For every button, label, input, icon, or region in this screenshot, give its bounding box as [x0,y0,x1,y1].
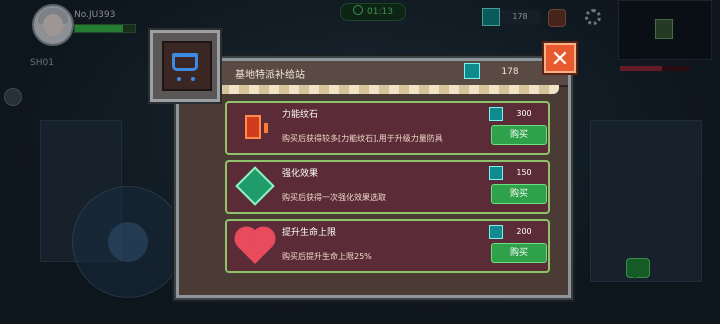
item-description: 购买后获得一次强化效果选取 [282,193,386,202]
shop-item: 提升生命上限 购买后提升生命上限25% 200 购买 [225,219,550,273]
item-description: 购买后提升生命上限25% [282,252,372,261]
item-name: 力能纹石 [282,110,319,120]
item-price: 200 [516,227,532,236]
shop-title: 基地特派补给站 [235,70,305,81]
shop-awning [189,85,559,94]
shop-item: 强化效果 购买后获得一次强化效果选取 150 购买 [225,160,550,214]
gem-icon [489,225,503,239]
shop-badge-inner [162,41,212,91]
shop-gem-balance: 178 [501,67,519,77]
close-button[interactable]: ✕ [544,43,576,73]
shop-item: 力能纹石 购买后获得较多[力能纹石],用于升级力量防具 300 购买 [225,101,550,155]
heart-icon [237,229,273,264]
buy-button[interactable]: 购买 [491,243,547,263]
item-description: 购买后获得较多[力能纹石],用于升级力量防具 [282,134,443,143]
buy-button[interactable]: 购买 [491,184,547,204]
gem-icon [489,107,503,121]
shop-panel: 基地特派补给站 178 力能纹石 购买后获得较多[力能纹石],用于升级力量防具 … [176,58,571,298]
shopping-cart-icon [172,53,198,81]
item-name: 提升生命上限 [282,228,337,238]
enhance-gem-icon [235,166,275,206]
item-price: 150 [516,168,532,177]
buy-button[interactable]: 购买 [491,125,547,145]
power-stone-icon [237,111,273,145]
shop-badge [150,30,220,102]
item-name: 强化效果 [282,169,319,179]
gem-icon [489,166,503,180]
gem-icon [464,63,480,79]
item-price: 300 [516,109,532,118]
shop-header: 基地特派补给站 178 [179,61,568,87]
